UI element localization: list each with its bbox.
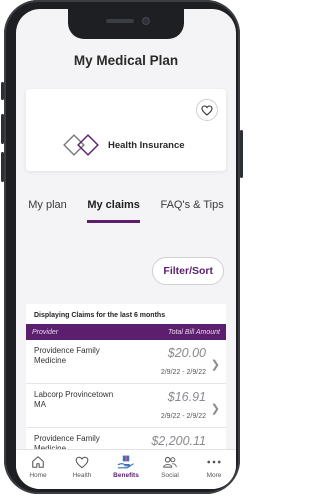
claims-table: Displaying Claims for the last 6 months … [26, 304, 226, 454]
notch [68, 9, 184, 39]
favorite-button[interactable] [196, 99, 218, 121]
table-header: Provider Total Bill Amount [26, 324, 226, 340]
claim-row[interactable]: Providence Family Medicine $20.00 2/9/22… [26, 340, 226, 384]
nav-label: Benefits [113, 472, 139, 479]
nav-label: Home [29, 472, 47, 479]
tab-my-plan[interactable]: My plan [28, 195, 67, 223]
speaker [106, 19, 134, 23]
tab-faqs-tips[interactable]: FAQ's & Tips [160, 195, 223, 223]
heart-icon [201, 104, 213, 116]
tab-my-claims[interactable]: My claims [87, 195, 140, 223]
logo-text: Health Insurance [108, 139, 185, 151]
heart-icon [75, 454, 89, 470]
plan-card: Health Insurance [26, 89, 226, 171]
claim-dates: 2/9/22 - 2/9/22 [160, 369, 206, 376]
filter-sort-button[interactable]: Filter/Sort [152, 257, 224, 285]
claim-amount: $20.00 [167, 346, 206, 360]
volume-down-button [1, 152, 4, 182]
claim-dates: 2/9/22 - 2/9/22 [160, 413, 206, 420]
diamond-logo-icon [63, 134, 99, 156]
phone-frame: My Medical Plan Health Insurance My plan… [1, 0, 243, 494]
tab-bar: My plan My claims FAQ's & Tips [16, 195, 236, 227]
volume-up-button [1, 114, 4, 144]
nav-label: Social [161, 472, 179, 479]
screen: My Medical Plan Health Insurance My plan… [16, 9, 236, 489]
more-icon [207, 454, 221, 470]
claim-row[interactable]: Labcorp Provincetown MA $16.91 2/9/22 - … [26, 384, 226, 428]
benefits-icon [117, 454, 135, 470]
page-title: My Medical Plan [73, 52, 179, 68]
claim-provider: Providence Family Medicine [34, 346, 100, 365]
claims-period-note: Displaying Claims for the last 6 months [34, 312, 166, 319]
chevron-right-icon: ❯ [210, 359, 220, 371]
nav-label: More [206, 472, 222, 479]
nav-more[interactable]: More [194, 454, 234, 479]
claim-amount: $2,200.11 [151, 434, 206, 448]
health-insurance-logo: Health Insurance [62, 133, 185, 157]
power-button [240, 130, 243, 178]
claim-provider: Labcorp Provincetown MA [34, 390, 114, 409]
claim-amount: $16.91 [167, 390, 206, 404]
nav-health[interactable]: Health [62, 454, 102, 479]
bottom-nav: Home Health Benefits Social More [16, 449, 236, 489]
nav-label: Health [72, 472, 92, 479]
nav-social[interactable]: Social [150, 454, 190, 479]
social-icon [162, 454, 178, 470]
silent-switch [1, 82, 4, 100]
nav-home[interactable]: Home [18, 454, 58, 479]
amount-column-header: Total Bill Amount [167, 328, 220, 336]
camera [142, 17, 150, 25]
provider-column-header: Provider [32, 328, 59, 336]
home-icon [31, 454, 45, 470]
chevron-right-icon: ❯ [210, 403, 220, 415]
nav-benefits[interactable]: Benefits [106, 454, 146, 479]
